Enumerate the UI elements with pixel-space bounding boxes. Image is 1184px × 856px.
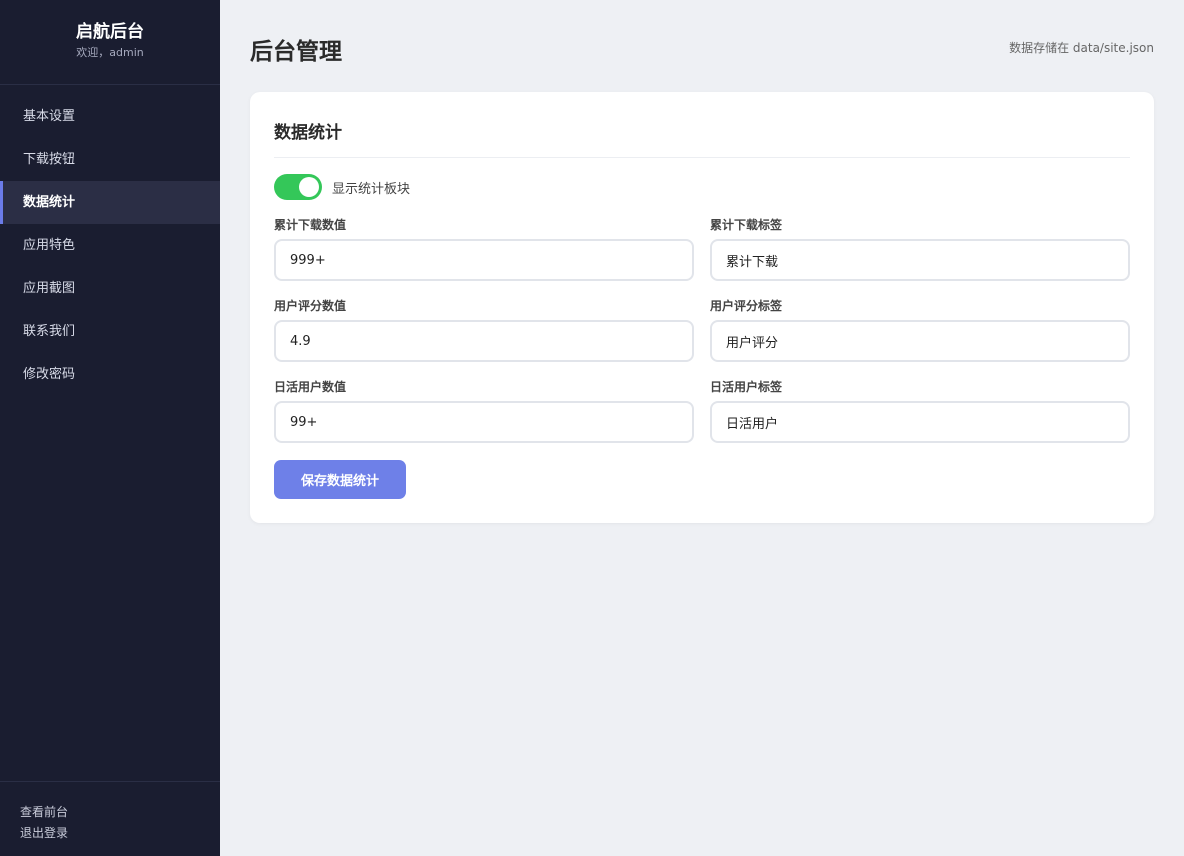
downloads-label-field: 累计下载标签	[710, 217, 1130, 281]
brand: 启航后台 欢迎，admin	[0, 0, 220, 85]
logout-link[interactable]: 退出登录	[20, 823, 220, 844]
dau-value-field: 日活用户数值	[274, 379, 694, 443]
field-label: 用户评分数值	[274, 299, 347, 313]
sidebar-item-download-buttons[interactable]: 下载按钮	[0, 138, 220, 181]
dau-label-field: 日活用户标签	[710, 379, 1130, 443]
sidebar-item-statistics[interactable]: 数据统计	[0, 181, 220, 224]
statistics-card: 数据统计 显示统计板块 累计下载数值 累计下载标签 用户评分数值 用户评分标签 …	[250, 92, 1154, 523]
show-stats-toggle-row: 显示统计板块	[274, 174, 410, 200]
sidebar-item-contact[interactable]: 联系我们	[0, 310, 220, 353]
show-stats-toggle[interactable]	[274, 174, 322, 200]
sidebar-item-screenshots[interactable]: 应用截图	[0, 267, 220, 310]
field-label: 日活用户标签	[710, 380, 783, 394]
rating-label-field: 用户评分标签	[710, 298, 1130, 362]
page-header: 后台管理 数据存储在 data/site.json	[220, 0, 1184, 92]
brand-title: 启航后台	[76, 22, 144, 42]
toggle-label: 显示统计板块	[332, 181, 411, 197]
page-title: 后台管理	[250, 39, 342, 65]
field-label: 日活用户数值	[274, 380, 347, 394]
dau-value-input[interactable]	[274, 401, 694, 443]
downloads-value-field: 累计下载数值	[274, 217, 694, 281]
main-content: 后台管理 数据存储在 data/site.json 数据统计 显示统计板块 累计…	[220, 0, 1184, 856]
sidebar-footer: 查看前台 退出登录	[0, 781, 220, 856]
welcome-text: 欢迎，admin	[76, 46, 144, 59]
toggle-knob	[299, 177, 319, 197]
sidebar-item-basic-settings[interactable]: 基本设置	[0, 95, 220, 138]
field-label: 用户评分标签	[710, 299, 783, 313]
sidebar: 启航后台 欢迎，admin 基本设置 下载按钮 数据统计 应用特色 应用截图 联…	[0, 0, 220, 856]
sidebar-nav: 基本设置 下载按钮 数据统计 应用特色 应用截图 联系我们 修改密码	[0, 95, 220, 396]
storage-note: 数据存储在 data/site.json	[1009, 41, 1154, 55]
sidebar-item-change-password[interactable]: 修改密码	[0, 353, 220, 396]
field-label: 累计下载数值	[274, 218, 347, 232]
field-label: 累计下载标签	[710, 218, 783, 232]
rating-value-input[interactable]	[274, 320, 694, 362]
sidebar-item-features[interactable]: 应用特色	[0, 224, 220, 267]
card-title: 数据统计	[274, 118, 1130, 158]
rating-label-input[interactable]	[710, 320, 1130, 362]
downloads-label-input[interactable]	[710, 239, 1130, 281]
dau-label-input[interactable]	[710, 401, 1130, 443]
rating-value-field: 用户评分数值	[274, 298, 694, 362]
view-frontend-link[interactable]: 查看前台	[20, 802, 220, 823]
save-statistics-button[interactable]: 保存数据统计	[274, 460, 406, 499]
downloads-value-input[interactable]	[274, 239, 694, 281]
